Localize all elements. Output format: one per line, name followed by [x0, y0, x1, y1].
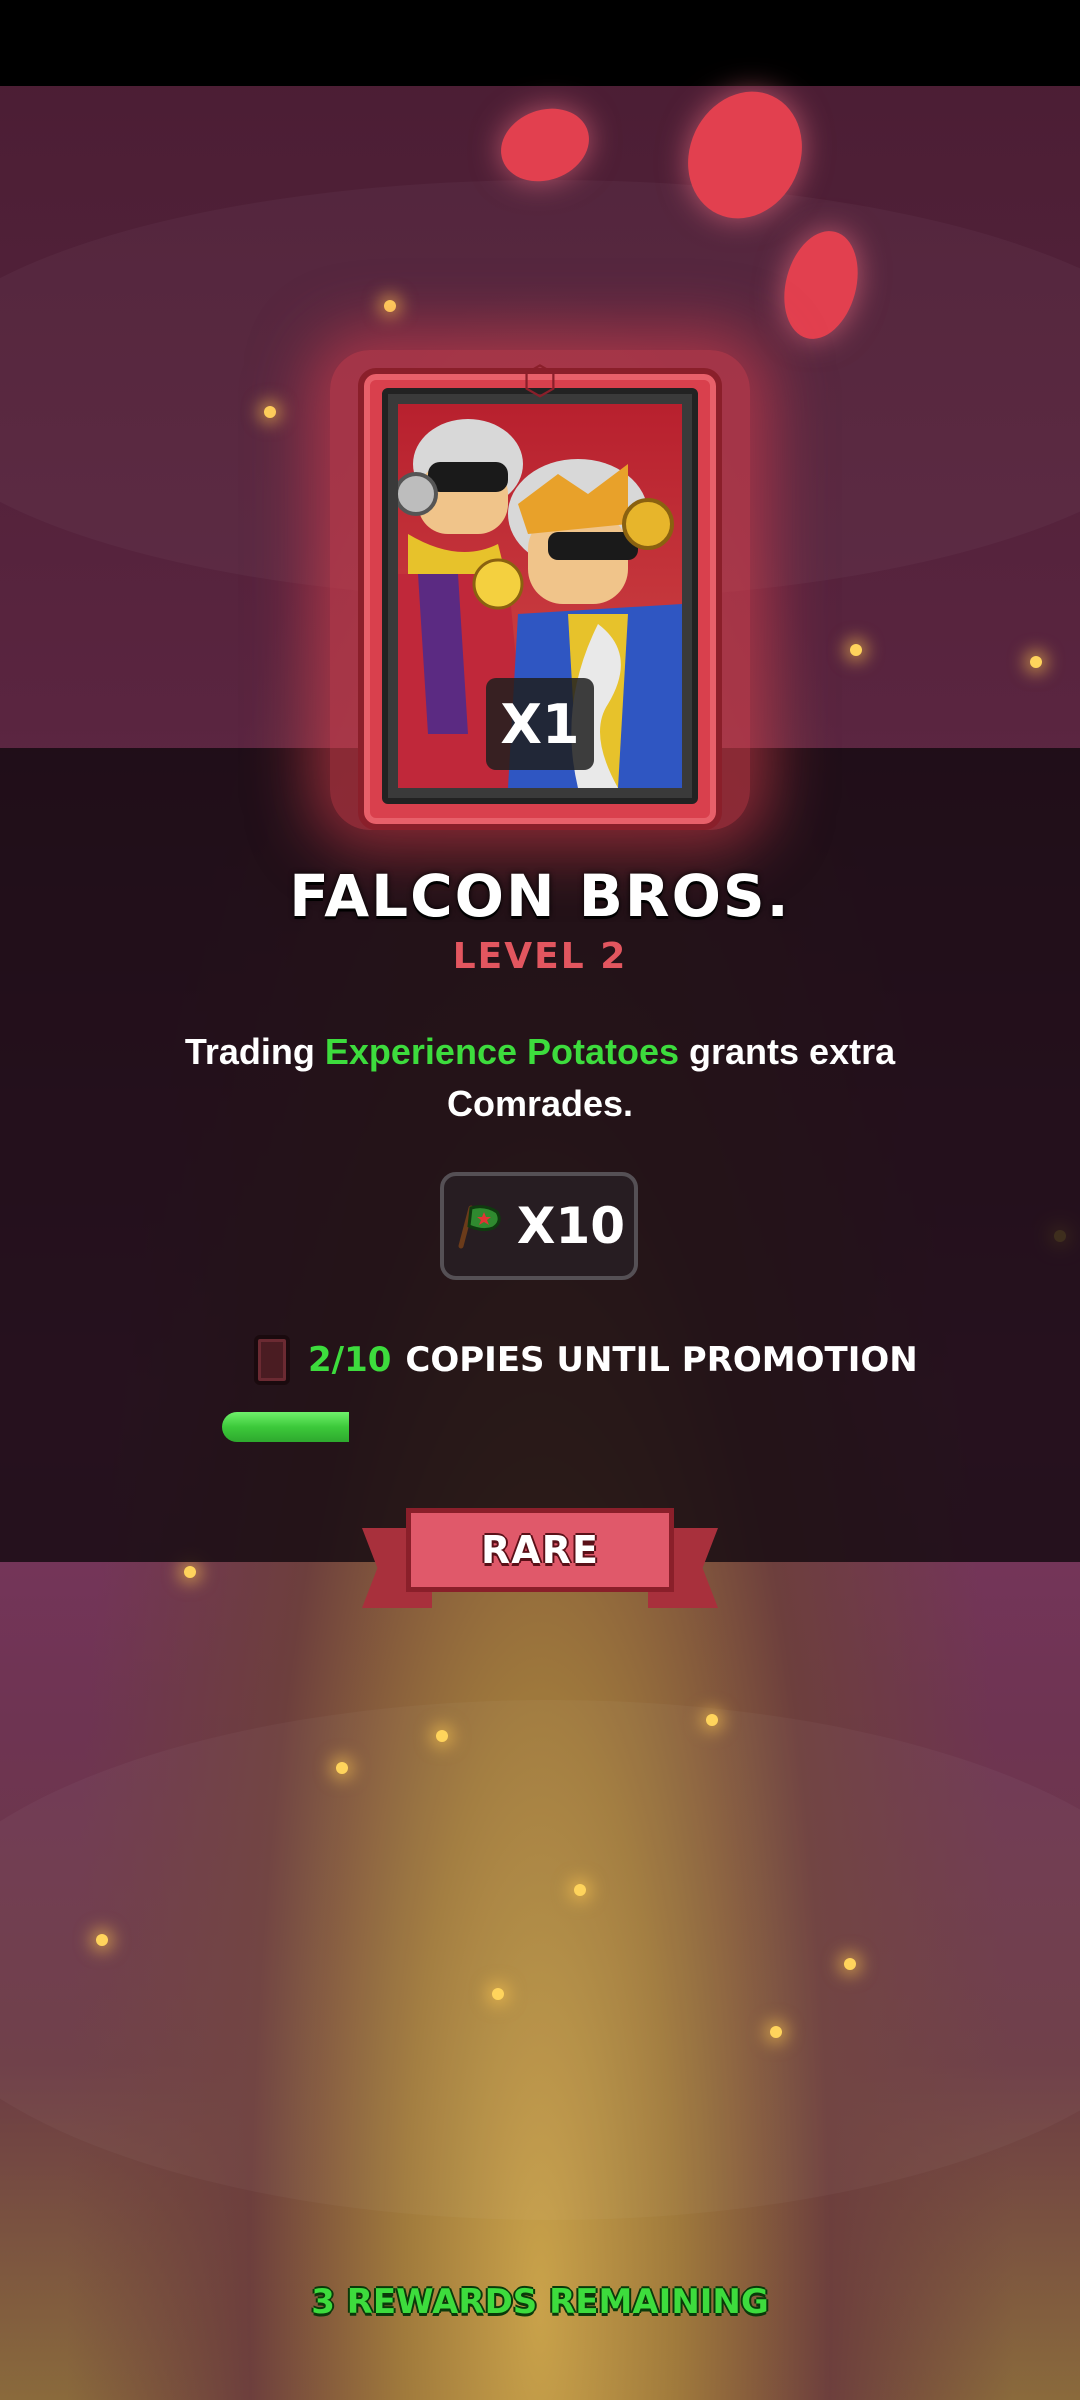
- spark-particle: [184, 1566, 196, 1578]
- spark-particle: [844, 1958, 856, 1970]
- rewards-remaining[interactable]: 3 REWARDS REMAINING: [0, 2282, 1080, 2322]
- promotion-progress-bar: [222, 1412, 858, 1442]
- reward-quantity: X10: [516, 1197, 626, 1255]
- spark-particle: [96, 1934, 108, 1946]
- card-count-badge: X1: [486, 678, 594, 770]
- spark-particle: [1030, 656, 1042, 668]
- spark-particle: [336, 1762, 348, 1774]
- card-description: Trading Experience Potatoes grants extra…: [140, 1026, 940, 1130]
- copies-label: COPIES UNTIL PROMOTION: [405, 1340, 918, 1380]
- spark-particle: [706, 1714, 718, 1726]
- spark-particle: [436, 1730, 448, 1742]
- promotion-row: 2/10 COPIES UNTIL PROMOTION: [254, 1332, 918, 1388]
- spark-particle: [850, 644, 862, 656]
- promotion-progress-fill: [222, 1412, 350, 1442]
- spark-particle: [574, 1884, 586, 1896]
- spark-particle: [264, 406, 276, 418]
- spark-particle: [384, 300, 396, 312]
- description-highlight: Experience Potatoes: [324, 1031, 680, 1072]
- d20-dice-icon: ⬡: [522, 358, 558, 404]
- description-text: Trading: [184, 1031, 325, 1072]
- rarity-ribbon: RARE: [362, 1508, 718, 1612]
- spark-particle: [770, 2026, 782, 2038]
- reward-screen[interactable]: ⬡ X1 FALCON BROS. LEVEL 2 Trading Experi…: [0, 0, 1080, 2400]
- status-bar: [0, 0, 1080, 86]
- background-wave: [0, 1700, 1080, 2220]
- card-copy-icon: [254, 1335, 290, 1385]
- ribbon-body: RARE: [406, 1508, 674, 1592]
- card-level: LEVEL 2: [452, 936, 628, 977]
- card-name: FALCON BROS.: [289, 862, 791, 930]
- spark-particle: [492, 1988, 504, 2000]
- copies-count: 2/10: [308, 1340, 392, 1380]
- flame-shape: [490, 96, 600, 194]
- rarity-label: RARE: [481, 1528, 599, 1572]
- comrade-flag-icon: [453, 1202, 507, 1250]
- reward-box: X10: [440, 1172, 638, 1280]
